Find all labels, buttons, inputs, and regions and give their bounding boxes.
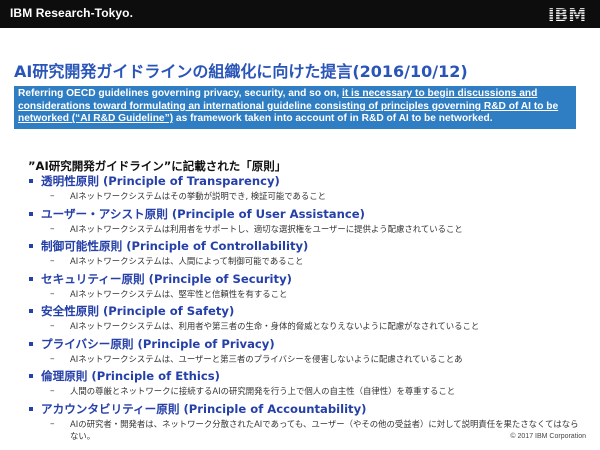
principle-description: AIネットワークシステムは、ユーザーと第三者のプライバシーを侵害しないように配慮…: [70, 353, 463, 364]
ibm-logo-icon: IBM: [548, 5, 586, 24]
copyright-footer: © 2017 IBM Corporation: [510, 433, 586, 440]
principle-item: 透明性原則 (Principle of Transparency) – AIネット…: [28, 173, 588, 204]
principle-item: 倫理原則 (Principle of Ethics) – 人間の尊厳とネットワーク…: [28, 368, 588, 399]
principle-item: 安全性原則 (Principle of Safety) – AIネットワークシステ…: [28, 303, 588, 334]
dash-bullet-icon: –: [50, 288, 55, 299]
section-title: ”AI研究開発ガイドライン”に記載された「原則」: [28, 159, 287, 173]
principle-description: AIネットワークシステムはその挙動が説明でき, 検証可能であること: [70, 191, 327, 201]
slide-title: AI研究開発ガイドラインの組織化に向けた提言(2016/10/12): [14, 62, 468, 81]
callout-text-part3: as framework taken into account of in R&…: [173, 113, 493, 125]
principle-list: 透明性原則 (Principle of Transparency) – AIネット…: [28, 173, 588, 444]
dash-bullet-icon: –: [50, 256, 55, 266]
dash-bullet-icon: –: [50, 353, 55, 364]
principle-item: ユーザー・アシスト原則 (Principle of User Assistanc…: [28, 206, 588, 237]
square-bullet-icon: [29, 374, 33, 378]
square-bullet-icon: [29, 211, 33, 216]
square-bullet-icon: [29, 276, 33, 281]
square-bullet-icon: [29, 406, 33, 411]
square-bullet-icon: [29, 309, 33, 313]
principle-item: 制御可能性原則 (Principle of Controllability) –…: [28, 238, 588, 269]
dash-bullet-icon: –: [50, 191, 55, 201]
principle-label: 安全性原則 (Principle of Safety): [41, 304, 235, 318]
dash-bullet-icon: –: [50, 418, 55, 429]
callout-box: Referring OECD guidelines governing priv…: [14, 86, 576, 129]
square-bullet-icon: [29, 341, 33, 346]
square-bullet-icon: [29, 244, 33, 248]
callout-text-part1: Referring OECD guidelines governing priv…: [18, 88, 342, 99]
principle-label: 透明性原則 (Principle of Transparency): [41, 174, 280, 188]
principle-label: ユーザー・アシスト原則 (Principle of User Assistanc…: [41, 206, 365, 221]
principle-description: AIネットワークシステムは利用者をサポートし、適切な選択権をユーザーに提供よう配…: [70, 223, 463, 234]
principle-description: 人間の尊厳とネットワークに接続するAIの研究開発を行う上で個人の自主性（自律性）…: [70, 386, 456, 396]
principle-description: AIネットワークシステムは、人間によって制御可能であること: [70, 256, 304, 266]
principle-label: 制御可能性原則 (Principle of Controllability): [41, 239, 309, 253]
org-label: IBM Research-Tokyo.: [10, 6, 134, 20]
principle-item: プライバシー原則 (Principle of Privacy) – AIネットワー…: [28, 336, 588, 367]
logo-text: IBM: [548, 5, 586, 24]
square-bullet-icon: [29, 179, 33, 183]
header-bar: IBM Research-Tokyo. IBM: [0, 0, 600, 28]
principle-item: セキュリティー原則 (Principle of Security) – AIネット…: [28, 271, 588, 302]
principle-label: プライバシー原則 (Principle of Privacy): [41, 336, 275, 351]
principle-item: アカウンタビリティー原則 (Principle of Accountabilit…: [28, 401, 588, 443]
principle-label: アカウンタビリティー原則 (Principle of Accountabilit…: [41, 401, 367, 416]
principle-label: 倫理原則 (Principle of Ethics): [41, 369, 220, 383]
dash-bullet-icon: –: [50, 321, 55, 331]
dash-bullet-icon: –: [50, 386, 55, 396]
principle-description: AIの研究者・開発者は、ネットワーク分散されたAIであっても、ユーザー（やその他…: [70, 418, 579, 442]
dash-bullet-icon: –: [50, 223, 55, 234]
principle-description: AIネットワークシステムは、利用者や第三者の生命・身体的脅威となりえないように配…: [70, 321, 480, 331]
principle-label: セキュリティー原則 (Principle of Security): [41, 271, 292, 286]
principle-description: AIネットワークシステムは、堅牢性と信頼性を有すること: [70, 288, 288, 299]
